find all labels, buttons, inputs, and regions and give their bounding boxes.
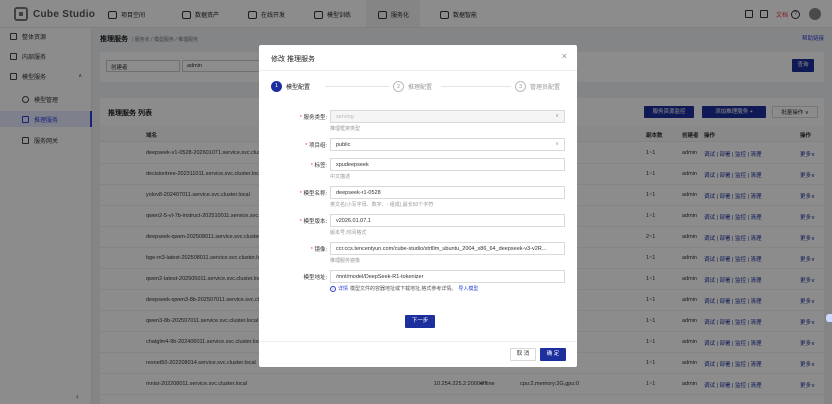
image-help: 推理服务镜像 xyxy=(330,258,361,264)
chevron-down-icon: ∨ xyxy=(555,113,559,119)
import-model-link[interactable]: 导入模型 xyxy=(458,285,478,292)
model-path-label: 模型地址: xyxy=(303,275,327,281)
details-link[interactable]: 详情 xyxy=(338,285,348,292)
step-model-config[interactable]: 1 模型配置 xyxy=(271,81,310,92)
tag-label: * 标签: xyxy=(310,163,327,169)
tag-input[interactable]: xpudeepseek xyxy=(330,158,565,171)
model-name-label: * 模型名称: xyxy=(299,191,327,197)
modal-title: 修改 推理服务 xyxy=(271,56,315,63)
project-select[interactable]: public ∨ xyxy=(330,138,565,151)
step-connector xyxy=(441,86,511,87)
model-version-help: 版本号,时间格式 xyxy=(330,230,367,236)
model-version-input[interactable]: v2026.01.07.1 xyxy=(330,214,565,227)
chevron-down-icon: ∨ xyxy=(555,141,559,147)
service-type-select: serving ∨ xyxy=(330,110,565,123)
scroll-indicator[interactable] xyxy=(826,314,832,322)
image-label: * 镜像: xyxy=(310,247,327,253)
model-version-label: * 模型版本: xyxy=(299,219,327,225)
model-name-input[interactable]: deepseek-r1-0528 xyxy=(330,186,565,199)
info-icon: i xyxy=(330,285,336,292)
cancel-button[interactable]: 取 消 xyxy=(510,348,536,361)
project-label: * 项目组: xyxy=(305,143,327,149)
close-icon[interactable]: × xyxy=(562,52,567,61)
step-connector xyxy=(325,86,389,87)
service-type-label: * 服务类型: xyxy=(299,115,327,121)
service-type-help: 推理框架类型 xyxy=(330,126,361,132)
next-step-button[interactable]: 下一步 xyxy=(405,315,435,328)
step-admin-config[interactable]: 3 管理员配置 xyxy=(515,81,560,92)
model-name-help: 英文名(小写字母、数字、- 组成),最长50个字符 xyxy=(330,202,434,208)
model-path-help: i 详情 模型文件的容器地址或下载地址,格式参考详情。 导入模型 xyxy=(330,285,478,292)
model-path-input[interactable]: /mnt/model/DeepSeek-R1-tokenizer xyxy=(330,270,565,283)
image-input[interactable]: ccr.ccs.tencentyun.com/cube-studio/xtrtl… xyxy=(330,242,565,255)
confirm-button[interactable]: 确 定 xyxy=(540,348,566,361)
modal-header-divider xyxy=(259,70,577,71)
tag-help: 中文描述 xyxy=(330,174,351,180)
step-inference-config[interactable]: 2 推理配置 xyxy=(393,81,432,92)
modal-footer-divider xyxy=(259,341,577,342)
edit-service-modal: 修改 推理服务 × 1 模型配置 2 推理配置 3 管理员配置 * 服务类型: … xyxy=(259,45,577,367)
